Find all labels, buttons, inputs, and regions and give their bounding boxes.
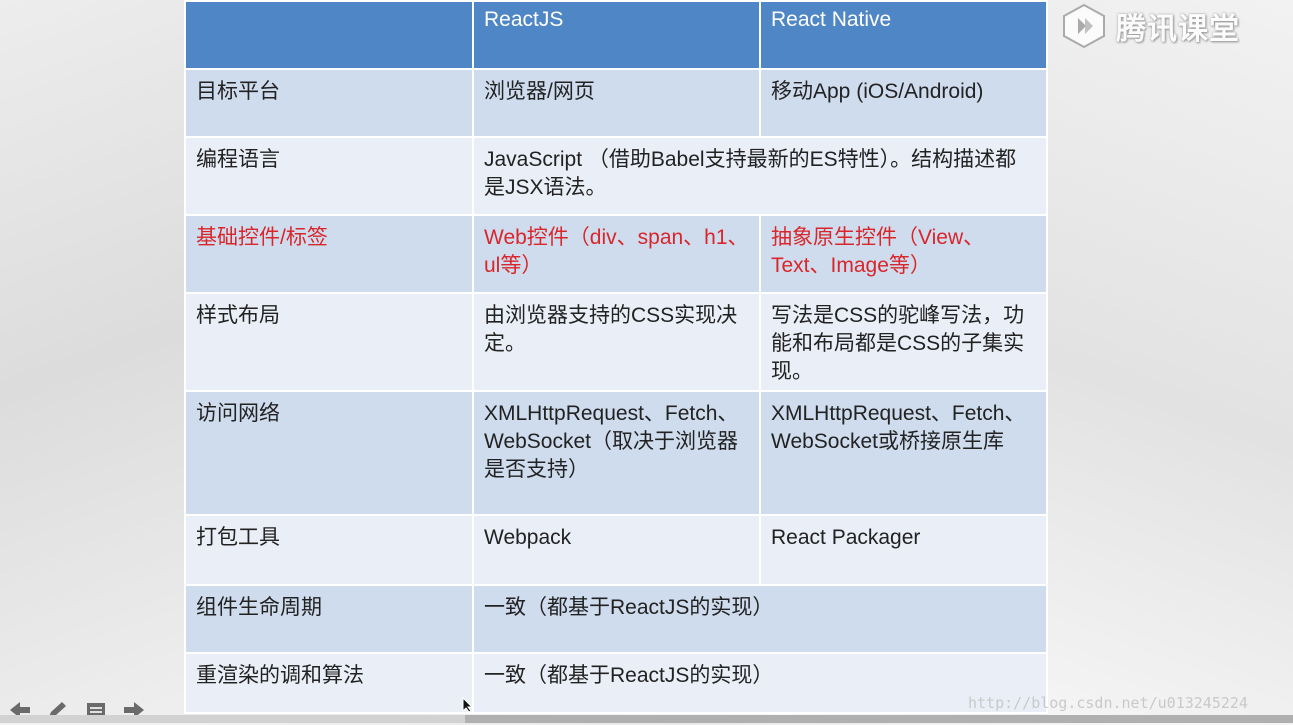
row-label: 访问网络: [184, 390, 474, 516]
comparison-table: ReactJS React Native 目标平台 浏览器/网页 移动App (…: [184, 0, 1048, 714]
table-header-row: ReactJS React Native: [184, 0, 1048, 70]
tencent-classroom-logo: 腾讯课堂: [1060, 2, 1240, 50]
table-row: 重渲染的调和算法 一致（都基于ReactJS的实现）: [184, 652, 1048, 714]
row-label: 打包工具: [184, 514, 474, 586]
row-label: 基础控件/标签: [184, 214, 474, 294]
react-native-cell: React Packager: [759, 514, 1048, 586]
table-row: 编程语言 JavaScript （借助Babel支持最新的ES特性）。结构描述都…: [184, 136, 1048, 216]
header-cell-reactjs: ReactJS: [472, 0, 761, 70]
mouse-cursor-icon: [462, 697, 474, 713]
table-row: 目标平台 浏览器/网页 移动App (iOS/Android): [184, 68, 1048, 138]
reactjs-cell: Webpack: [472, 514, 761, 586]
merged-cell: 一致（都基于ReactJS的实现）: [472, 652, 1048, 714]
background-left: [0, 0, 185, 723]
merged-cell: JavaScript （借助Babel支持最新的ES特性）。结构描述都是JSX语…: [472, 136, 1048, 216]
table-row: 打包工具 Webpack React Packager: [184, 514, 1048, 586]
row-label: 重渲染的调和算法: [184, 652, 474, 714]
reactjs-cell: XMLHttpRequest、Fetch、WebSocket（取决于浏览器是否支…: [472, 390, 761, 516]
header-cell-react-native: React Native: [759, 0, 1048, 70]
table-row: 样式布局 由浏览器支持的CSS实现决定。 写法是CSS的驼峰写法，功能和布局都是…: [184, 292, 1048, 392]
row-label: 编程语言: [184, 136, 474, 216]
video-progress-bar[interactable]: [0, 715, 1293, 723]
watermark-url: http://blog.csdn.net/u013245224: [968, 694, 1248, 712]
reactjs-cell: 由浏览器支持的CSS实现决定。: [472, 292, 761, 392]
table-row: 基础控件/标签 Web控件（div、span、h1、ul等） 抽象原生控件（Vi…: [184, 214, 1048, 294]
react-native-cell: 移动App (iOS/Android): [759, 68, 1048, 138]
merged-cell: 一致（都基于ReactJS的实现）: [472, 584, 1048, 654]
tencent-classroom-logo-icon: [1063, 3, 1105, 49]
react-native-cell: XMLHttpRequest、Fetch、WebSocket或桥接原生库: [759, 390, 1048, 516]
header-cell-empty: [184, 0, 474, 70]
row-label: 目标平台: [184, 68, 474, 138]
slide-table-container: ReactJS React Native 目标平台 浏览器/网页 移动App (…: [184, 0, 1048, 714]
row-label: 样式布局: [184, 292, 474, 392]
video-progress-fill: [0, 715, 466, 723]
reactjs-cell: 浏览器/网页: [472, 68, 761, 138]
react-native-cell: 写法是CSS的驼峰写法，功能和布局都是CSS的子集实现。: [759, 292, 1048, 392]
table-row: 组件生命周期 一致（都基于ReactJS的实现）: [184, 584, 1048, 654]
logo-text: 腾讯课堂: [1116, 13, 1240, 46]
background-right: [1046, 0, 1293, 723]
row-label: 组件生命周期: [184, 584, 474, 654]
reactjs-cell: Web控件（div、span、h1、ul等）: [472, 214, 761, 294]
table-row: 访问网络 XMLHttpRequest、Fetch、WebSocket（取决于浏…: [184, 390, 1048, 516]
react-native-cell: 抽象原生控件（View、Text、Image等）: [759, 214, 1048, 294]
